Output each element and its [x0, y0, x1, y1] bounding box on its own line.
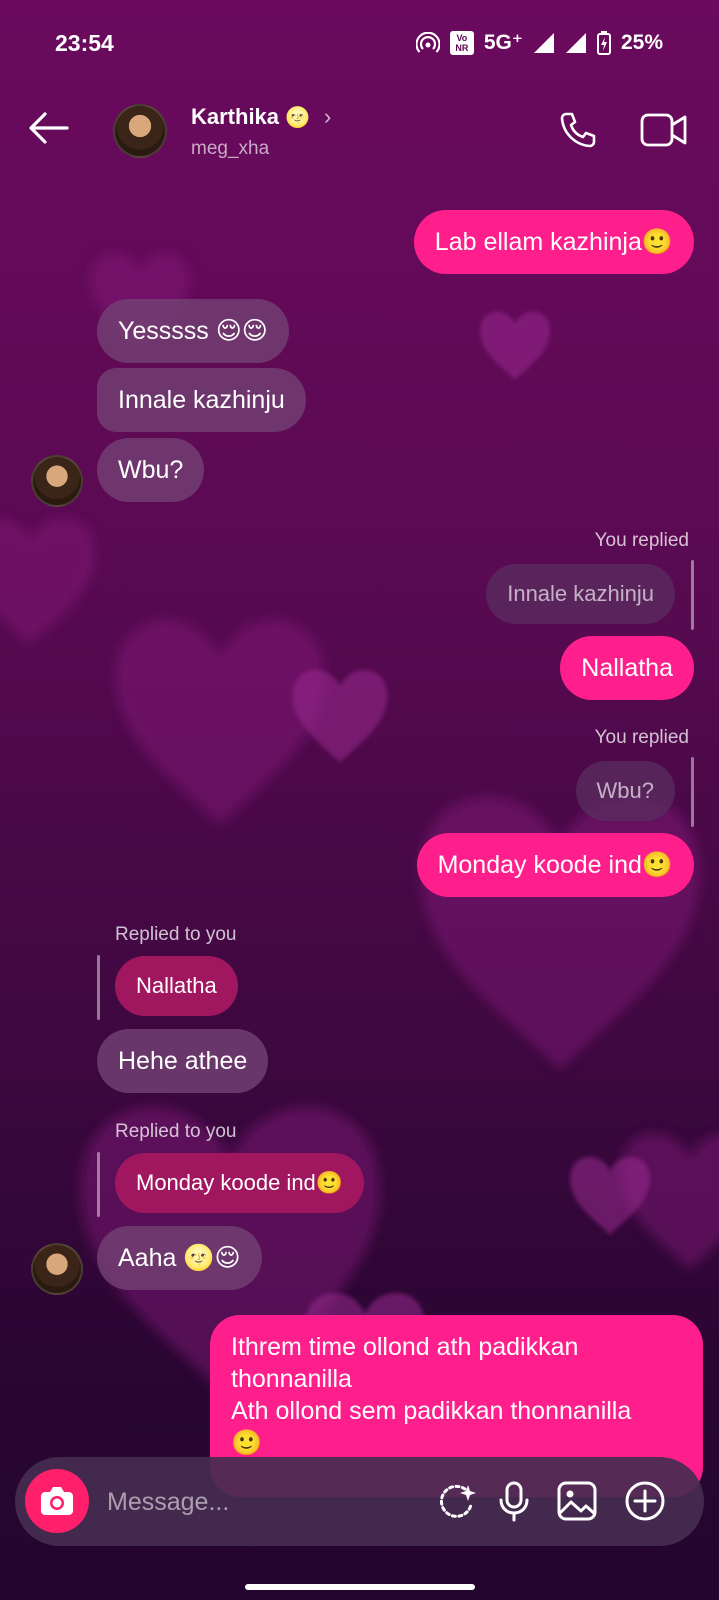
reply-quote-bar [97, 1152, 100, 1217]
message-outgoing[interactable]: Nallatha [560, 636, 694, 700]
network-type: 5G⁺ [483, 31, 523, 54]
reply-quote-bar [691, 757, 694, 827]
back-arrow-icon[interactable] [25, 108, 71, 148]
reply-quote[interactable]: Wbu? [575, 761, 675, 821]
message-line: thonnanilla [231, 1365, 352, 1393]
status-icons: Vo NR 5G⁺ 25% [415, 30, 663, 55]
video-camera-icon[interactable] [640, 112, 688, 148]
chevron-right-icon: › [323, 104, 332, 129]
camera-icon [41, 1487, 73, 1515]
contact-name[interactable]: Karthika 🌝 › [191, 104, 331, 130]
message-input[interactable] [105, 1471, 409, 1533]
plus-circle-icon[interactable] [623, 1479, 667, 1523]
message-line: 🙂 [231, 1429, 263, 1457]
phone-icon[interactable] [558, 110, 598, 150]
microphone-icon[interactable] [492, 1479, 536, 1523]
contact-name-text: Karthika [191, 104, 280, 129]
sparkle-effects-icon[interactable] [435, 1479, 479, 1523]
message-incoming[interactable]: Wbu? [97, 438, 205, 502]
sender-avatar[interactable] [31, 1243, 83, 1295]
reply-quote[interactable]: Nallatha [115, 956, 238, 1016]
message-incoming[interactable]: Hehe athee [97, 1029, 269, 1093]
reply-quote[interactable]: Innale kazhinju [486, 564, 675, 624]
status-bar: 23:54 Vo NR 5G⁺ 25% [0, 26, 719, 60]
reply-quote-bar [691, 560, 694, 630]
reply-label: You replied [594, 530, 689, 551]
message-incoming[interactable]: Yesssss 😌😌 [97, 299, 289, 363]
message-composer [15, 1457, 704, 1546]
message-line: Ithrem time ollond ath padikkan [231, 1333, 579, 1361]
reply-quote-bar [97, 955, 100, 1020]
message-incoming[interactable]: Innale kazhinju [97, 368, 306, 432]
message-line: Ath ollond sem padikkan thonnanilla [231, 1397, 632, 1425]
hotspot-icon [415, 31, 440, 53]
gallery-icon[interactable] [555, 1479, 599, 1523]
contact-avatar[interactable] [113, 104, 167, 158]
status-time: 23:54 [55, 30, 114, 56]
reply-label: You replied [594, 727, 689, 748]
reply-label: Replied to you [115, 924, 237, 945]
message-outgoing[interactable]: Lab ellam kazhinja🙂 [413, 210, 694, 274]
contact-name-emoji: 🌝 [285, 106, 310, 129]
signal-2-icon [565, 32, 586, 53]
contact-username[interactable]: meg_xha [191, 138, 269, 160]
sender-avatar[interactable] [31, 455, 83, 507]
reply-quote[interactable]: Monday koode ind🙂 [115, 1153, 365, 1213]
home-indicator[interactable] [245, 1584, 475, 1590]
chat-header: Karthika 🌝 › meg_xha [0, 98, 719, 178]
battery-percent: 25% [620, 30, 663, 54]
reply-label: Replied to you [115, 1121, 237, 1142]
message-incoming[interactable]: Aaha 🌝😌 [97, 1226, 262, 1290]
volte-badge: Vo NR [449, 30, 474, 55]
message-outgoing[interactable]: Monday koode ind🙂 [416, 833, 694, 897]
camera-button[interactable] [25, 1469, 89, 1533]
signal-icon [533, 32, 554, 53]
battery-icon [596, 30, 611, 55]
